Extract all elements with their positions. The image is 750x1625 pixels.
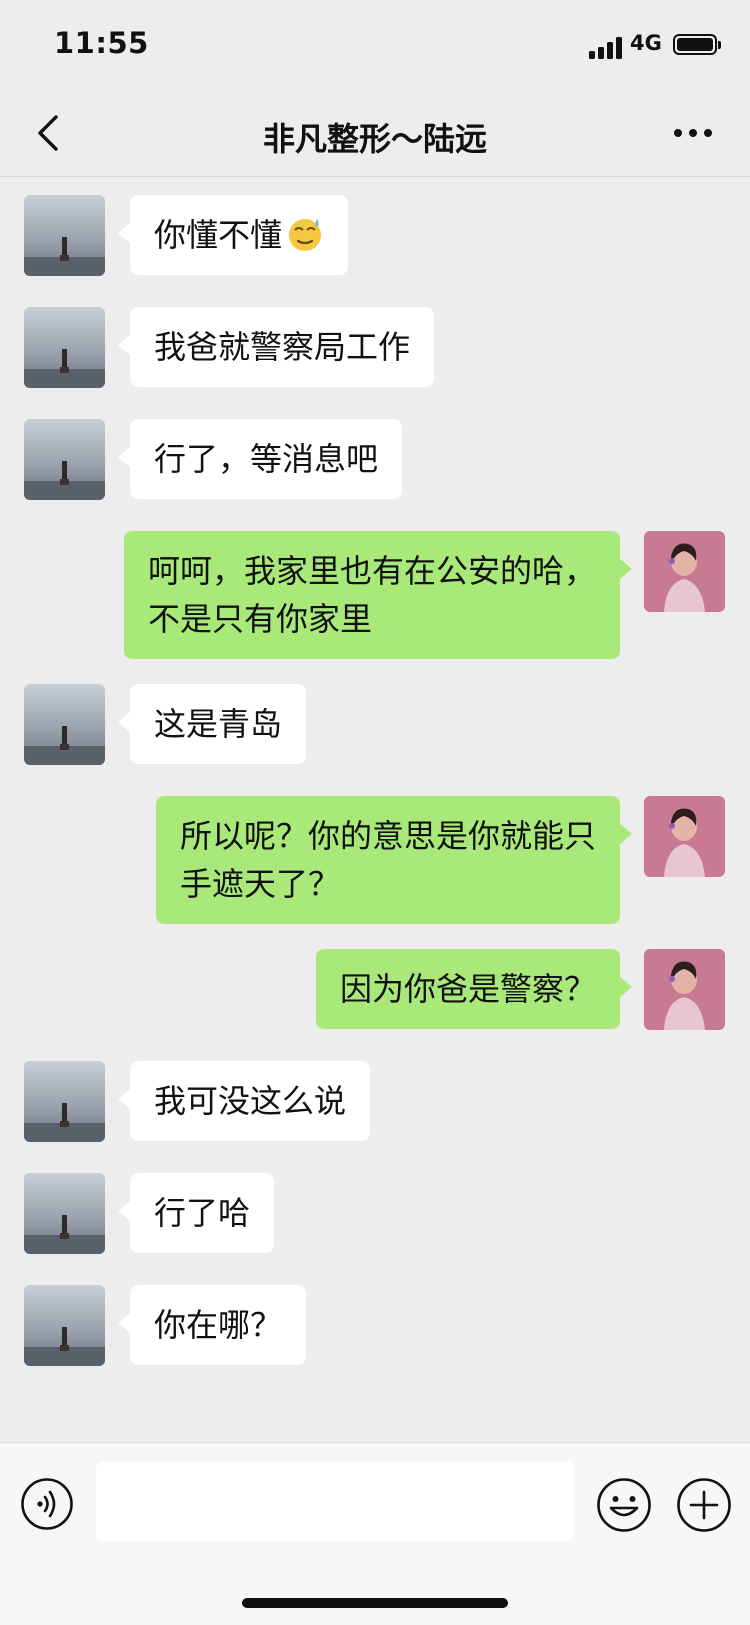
sweat-smile-emoji-icon (289, 219, 322, 251)
contact-avatar[interactable] (24, 195, 105, 276)
plus-icon (677, 1478, 731, 1532)
chat-title: 非凡整形～陆远 (262, 120, 487, 158)
home-indicator[interactable] (242, 1598, 508, 1608)
smiley-icon (597, 1478, 651, 1532)
status-time: 11:55 (54, 26, 149, 60)
contact-avatar[interactable] (24, 1061, 105, 1142)
message-bubble[interactable]: 呵呵，我家里也有在公安的哈， 不是只有你家里 (123, 531, 633, 659)
message-bubble[interactable]: 我爸就警察局工作 (117, 307, 435, 387)
message-text: 呵呵，我家里也有在公安的哈， (147, 552, 596, 590)
message-text: 手遮天了？ (179, 865, 340, 903)
more-button[interactable] (668, 110, 718, 156)
message-bubble[interactable]: 我可没这么说 (117, 1061, 371, 1141)
contact-avatar[interactable] (24, 684, 105, 765)
signal-icon (589, 37, 625, 59)
contact-avatar[interactable] (24, 1173, 105, 1254)
input-bar (0, 1442, 750, 1625)
more-functions-button[interactable] (676, 1477, 732, 1533)
message-text: 不是只有你家里 (147, 600, 372, 638)
message-text: 这是青岛 (154, 705, 283, 743)
message-text: 所以呢？你的意思是你就能只 (179, 817, 596, 855)
contact-avatar[interactable] (24, 419, 105, 500)
contact-avatar[interactable] (24, 307, 105, 388)
voice-input-button[interactable] (20, 1477, 74, 1531)
message-text: 因为你爸是警察？ (339, 970, 596, 1008)
chat-header: 非凡整形～陆远 (0, 90, 750, 177)
contact-avatar[interactable] (24, 1285, 105, 1366)
message-list[interactable]: 你懂不懂 我爸就警察局工作 行了，等消息吧 呵呵，我家里也有在公安的哈， 不是只… (0, 177, 750, 1442)
message-bubble[interactable]: 因为你爸是警察？ (315, 949, 633, 1029)
my-avatar[interactable] (644, 796, 725, 877)
my-avatar[interactable] (644, 531, 725, 612)
voice-icon (21, 1478, 73, 1530)
message-text: 行了哈 (154, 1194, 251, 1232)
emoji-button[interactable] (596, 1477, 652, 1533)
status-bar: 11:55 4G (0, 0, 750, 90)
message-text: 行了，等消息吧 (154, 440, 379, 478)
message-input[interactable] (96, 1461, 574, 1541)
message-bubble[interactable]: 行了哈 (117, 1173, 275, 1253)
message-bubble[interactable]: 行了，等消息吧 (117, 419, 403, 499)
my-avatar[interactable] (644, 949, 725, 1030)
message-text: 你懂不懂 (154, 216, 283, 254)
message-bubble[interactable]: 这是青岛 (117, 684, 307, 764)
battery-icon (673, 34, 721, 55)
message-text: 我可没这么说 (154, 1082, 347, 1120)
message-bubble[interactable]: 所以呢？你的意思是你就能只 手遮天了？ (155, 796, 633, 924)
message-text: 你在哪？ (154, 1306, 283, 1344)
network-type: 4G (630, 31, 662, 55)
message-bubble[interactable]: 你在哪？ (117, 1285, 307, 1365)
message-bubble[interactable]: 你懂不懂 (117, 195, 349, 275)
message-text: 我爸就警察局工作 (154, 328, 411, 366)
more-dots-icon (674, 129, 712, 137)
